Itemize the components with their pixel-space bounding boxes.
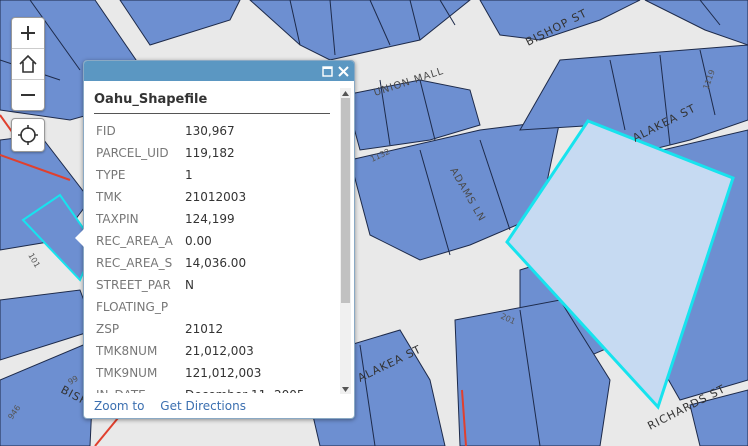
attribute-row: TAXPIN 124,199 [94,208,304,230]
minus-icon [21,94,35,96]
attribute-key: TMK8NUM [96,344,158,358]
home-button[interactable] [12,49,44,80]
popup-actions: Zoom to Get Directions [94,399,258,413]
attribute-key: TYPE [96,168,126,182]
attribute-key: TMK [96,190,122,204]
attribute-value: 130,967 [185,124,235,138]
close-button[interactable] [336,64,350,78]
locate-icon [18,125,38,145]
attribute-value: 21012003 [185,190,247,204]
maximize-button[interactable] [320,64,334,78]
attribute-key: TMK9NUM [96,366,158,380]
attribute-value: 119,182 [185,146,235,160]
info-popup: Oahu_Shapefile FID 130,967 PARCEL_UID 119,1… [75,60,355,419]
attribute-value: 21,012,003 [185,344,254,358]
popup-title: Oahu_Shapefile [94,92,330,114]
popup-header [84,61,354,81]
attribute-value: 14,036.00 [185,256,247,270]
get-directions-link[interactable]: Get Directions [160,399,246,413]
scroll-down-icon [342,386,349,392]
attribute-row: IN_DATEDecember 11, 2005 [94,384,304,393]
attribute-row: PARCEL_UID 119,182 [94,142,304,164]
attribute-value: N [185,278,194,292]
close-icon [337,65,349,77]
attribute-row: STREET_PAR N [94,274,304,296]
attribute-row: FLOATING_P [94,296,304,318]
attribute-row: TMK 21012003 [94,186,304,208]
scroll-down-button[interactable] [340,384,351,394]
zoom-control [11,17,45,111]
attribute-row: REC_AREA_A 0.00 [94,230,304,252]
attribute-key: FID [96,124,116,138]
attribute-row: TMK8NUM 21,012,003 [94,340,304,362]
popup-pointer [75,229,84,247]
scroll-thumb[interactable] [341,98,350,303]
attribute-value: 21012 [185,322,224,336]
scroll-up-icon [342,90,349,96]
attribute-key: ZSP [96,322,120,336]
plus-icon [21,26,35,40]
popup-body: Oahu_Shapefile FID 130,967 PARCEL_UID 119,1… [94,81,339,393]
attribute-value: 121,012,003 [185,366,262,380]
attribute-value: December 11, 2005 [185,384,304,393]
attribute-key: FLOATING_P [96,300,169,314]
attribute-row: FID 130,967 [94,120,304,142]
attribute-value: 124,199 [185,212,235,226]
attribute-key: STREET_PAR [96,278,171,292]
popup-scrollbar[interactable] [340,88,351,394]
attribute-key: PARCEL_UID [96,146,169,160]
attribute-key: TAXPIN [96,212,139,226]
attribute-value [185,296,304,318]
attribute-row: ZSP 21012 [94,318,304,340]
attribute-row: TYPE 1 [94,164,304,186]
maximize-icon [321,65,333,77]
zoom-in-button[interactable] [12,18,44,49]
attribute-row: TMK9NUM 121,012,003 [94,362,304,384]
locate-button[interactable] [11,118,45,152]
zoom-out-button[interactable] [12,80,44,110]
attribute-table: FID 130,967 PARCEL_UID 119,182 TYPE 1 TMK 21012… [94,120,304,393]
zoom-to-link[interactable]: Zoom to [94,399,144,413]
scroll-up-button[interactable] [340,88,351,98]
attribute-value: 0.00 [185,234,212,248]
attribute-key: REC_AREA_S [96,256,173,270]
home-icon [19,54,37,73]
attribute-value: 1 [185,168,193,182]
attribute-key: REC_AREA_A [96,234,173,248]
attribute-key: IN_DATE [94,384,185,393]
attribute-row: REC_AREA_S 14,036.00 [94,252,304,274]
